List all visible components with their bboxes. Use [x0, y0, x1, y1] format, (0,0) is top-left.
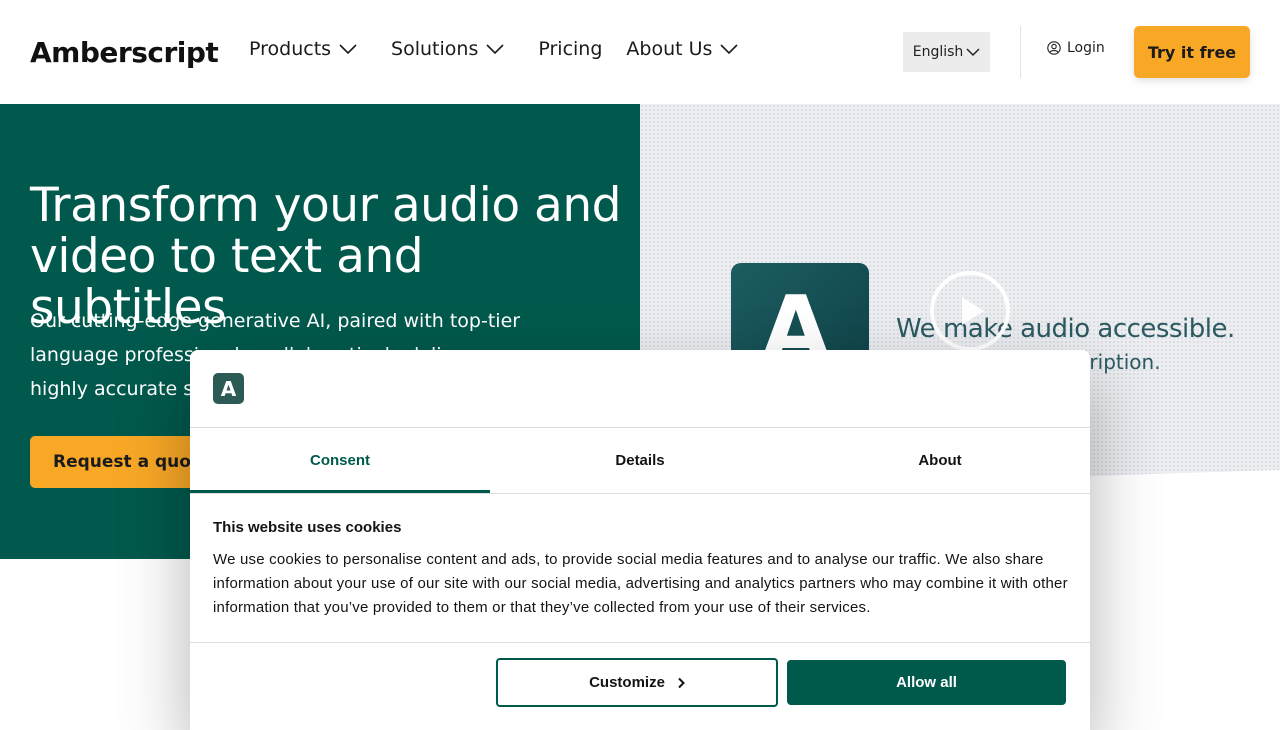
header-divider — [1020, 26, 1021, 78]
cookie-description: We use cookies to personalise content an… — [213, 551, 1068, 616]
play-triangle — [962, 297, 984, 325]
nav-solutions[interactable]: Solutions — [391, 38, 504, 60]
nav-about-us[interactable]: About Us — [626, 38, 739, 60]
user-icon — [1047, 41, 1061, 55]
nav-pricing[interactable]: Pricing — [538, 38, 602, 60]
tab-details[interactable]: Details — [490, 428, 790, 493]
cookiebot-logo-icon: A — [213, 373, 244, 404]
cookie-heading: This website uses cookies — [213, 519, 402, 536]
play-icon[interactable] — [930, 271, 1010, 351]
login-link[interactable]: Login — [1047, 40, 1105, 56]
nav-products-label: Products — [249, 38, 332, 60]
site-header: Amberscript Products Solutions Pricing A… — [0, 0, 1280, 104]
tab-about[interactable]: About — [790, 428, 1090, 493]
dialog-divider — [190, 493, 1090, 494]
chevron-down-icon — [486, 44, 504, 55]
nav-pricing-label: Pricing — [538, 38, 603, 60]
chevron-down-icon — [339, 44, 357, 55]
tab-consent[interactable]: Consent — [190, 428, 490, 493]
nav-solutions-label: Solutions — [391, 38, 479, 60]
chevron-down-icon — [966, 48, 980, 57]
chevron-right-icon — [678, 677, 685, 688]
customize-button[interactable]: Customize — [496, 658, 778, 707]
nav-products[interactable]: Products — [249, 38, 357, 60]
dialog-divider — [190, 642, 1090, 643]
cookie-consent-dialog: A Consent Details About This website use… — [190, 350, 1090, 730]
language-selector[interactable]: English — [903, 32, 990, 72]
chevron-down-icon — [720, 44, 739, 55]
amberscript-logo[interactable]: Amberscript — [30, 36, 219, 69]
language-label: English — [912, 44, 964, 60]
login-label: Login — [1067, 40, 1105, 56]
allow-all-button[interactable]: Allow all — [787, 660, 1066, 705]
hero-title-line1: Transform your audio and — [30, 178, 621, 233]
dialog-tabs: Consent Details About — [190, 428, 1090, 493]
main-nav: Products Solutions Pricing About Us — [249, 38, 762, 60]
customize-label: Customize — [589, 674, 665, 691]
nav-about-us-label: About Us — [626, 38, 713, 60]
try-it-free-button[interactable]: Try it free — [1134, 26, 1250, 78]
